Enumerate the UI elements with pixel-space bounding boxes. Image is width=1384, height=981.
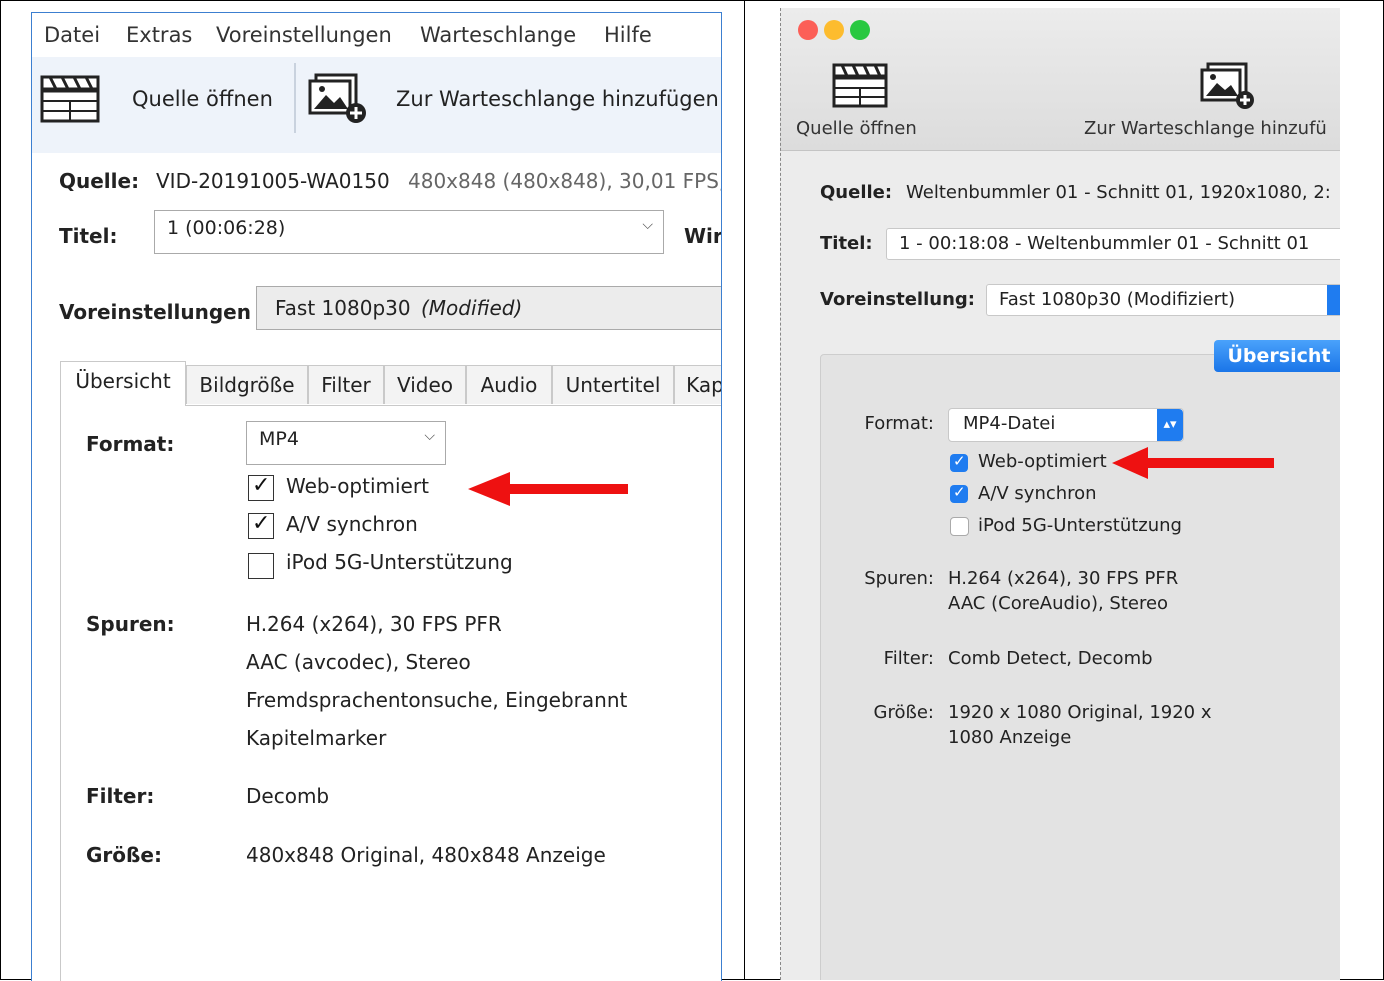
title-label: Titel: [820,233,873,254]
ipod-label: iPod 5G-Unterstützung [286,550,513,574]
format-label: Format: [86,432,175,456]
menu-hilfe[interactable]: Hilfe [604,23,652,47]
preset-label: Voreinstellungen [59,300,251,324]
add-to-queue-icon[interactable] [1198,62,1258,110]
checkmark-icon: ✓ [252,511,271,536]
source-label: Quelle: [59,169,140,193]
size-label: Größe: [86,843,162,867]
av-sync-label: A/V synchron [286,512,418,536]
size-line: 1080 Anzeige [948,727,1072,748]
web-optimized-checkbox[interactable]: ✓ [950,452,968,472]
source-info: 480x848 (480x848), 30,01 FPS, 1 [408,169,722,193]
title-dropdown[interactable]: 1 (00:06:28) ⌵ [154,210,664,254]
tab-video[interactable]: Video [384,365,466,404]
clapperboard-icon[interactable] [832,62,890,110]
add-to-queue-button[interactable]: Zur Warteschlange hinzufü [1084,118,1327,139]
track-line: Fremdsprachentonsuche, Eingebrannt [246,688,628,712]
size-value: 480x848 Original, 480x848 Anzeige [246,843,606,867]
format-label: Format: [864,413,935,434]
tracks-label: Spuren: [864,568,934,589]
format-dropdown[interactable]: MP4 ⌵ [246,421,446,465]
preset-value: Fast 1080p30 (Modifiziert) [999,289,1236,310]
panel-divider [744,0,745,980]
window-edge [780,8,782,980]
source-label: Quelle: [820,182,893,203]
menu-datei[interactable]: Datei [44,23,100,47]
red-arrow-icon [468,472,628,506]
ipod-checkbox[interactable] [248,553,274,579]
menu-warteschlange[interactable]: Warteschlange [420,23,576,47]
tab-kapitel[interactable]: Kap [674,365,721,404]
preset-value: Fast 1080p30 [275,296,411,320]
filter-value: Decomb [246,784,330,808]
format-popup[interactable]: MP4-Datei ▴▾ [948,408,1184,442]
filter-label: Filter: [86,784,155,808]
tab-bildgroesse[interactable]: Bildgröße [186,365,308,404]
title-dropdown[interactable]: 1 - 00:18:08 - Weltenbummler 01 - Schnit… [886,228,1340,260]
checkmark-icon: ✓ [953,483,966,501]
track-line: H.264 (x264), 30 FPS PFR [246,612,502,636]
size-line: 1920 x 1080 Original, 1920 x [948,702,1212,723]
menu-bar: Datei Extras Voreinstellungen Warteschla… [32,13,721,57]
checkmark-icon: ✓ [953,452,966,470]
format-value: MP4 [259,428,299,450]
web-optimized-label: Web-optimiert [286,474,429,498]
tab-uebersicht[interactable]: Übersicht [1214,340,1340,372]
zoom-window-button[interactable] [850,20,870,40]
av-sync-label: A/V synchron [978,483,1097,504]
preset-label: Voreinstellung: [820,289,975,310]
title-label: Titel: [59,224,118,248]
toolbar-separator [294,63,296,133]
close-window-button[interactable] [798,20,818,40]
av-sync-checkbox[interactable]: ✓ [950,483,968,503]
open-source-button[interactable]: Quelle öffnen [132,87,273,111]
add-to-queue-icon[interactable] [306,73,370,125]
preset-modified: (Modified) [421,296,523,320]
preset-selector[interactable]: Fast 1080p30 (Modified) [256,286,721,330]
mac-window: Quelle öffnen Zur Warteschlange hinzufü … [780,8,1340,980]
source-name: VID-20191005-WA0150 [156,169,390,193]
ipod-checkbox[interactable] [950,517,969,536]
open-source-button[interactable]: Quelle öffnen [796,118,917,139]
toolbar: Quelle öffnen Zur Warteschlange hinzufüg… [32,57,721,153]
add-to-queue-button[interactable]: Zur Warteschlange hinzufügen [396,87,719,111]
menu-voreinstellungen[interactable]: Voreinstellungen [216,23,392,47]
tab-untertitel[interactable]: Untertitel [552,365,674,404]
ipod-label: iPod 5G-Unterstützung [978,515,1182,536]
filter-value: Comb Detect, Decomb [948,648,1153,669]
chevron-down-icon: ⌵ [642,217,653,233]
title-value: 1 - 00:18:08 - Weltenbummler 01 - Schnit… [899,233,1310,254]
tab-filter[interactable]: Filter [308,365,384,404]
chevron-down-icon: ⌵ [424,428,435,444]
title-value: 1 (00:06:28) [167,217,286,239]
source-value: Weltenbummler 01 - Schnitt 01, 1920x1080… [906,182,1331,203]
tracks-label: Spuren: [86,612,175,636]
minimize-window-button[interactable] [824,20,844,40]
preset-dropdown[interactable]: Fast 1080p30 (Modifiziert) [986,284,1340,316]
av-sync-checkbox[interactable]: ✓ [248,511,274,539]
stepper-icon: ▴▾ [1157,409,1183,441]
mac-titlebar-toolbar: Quelle öffnen Zur Warteschlange hinzufü [780,8,1340,151]
tab-audio[interactable]: Audio [466,365,552,404]
checkmark-icon: ✓ [252,473,271,498]
clapperboard-icon[interactable] [40,73,102,125]
track-line: AAC (avcodec), Stereo [246,650,471,674]
web-optimized-label: Web-optimiert [978,451,1107,472]
track-line: H.264 (x264), 30 FPS PFR [948,568,1179,589]
track-line: Kapitelmarker [246,726,387,750]
size-label: Größe: [873,702,934,723]
title-right-label: Wir [684,224,722,248]
tab-uebersicht[interactable]: Übersicht [60,361,186,406]
red-arrow-icon [1112,447,1274,479]
track-line: AAC (CoreAudio), Stereo [948,593,1169,614]
format-value: MP4-Datei [963,413,1056,434]
menu-extras[interactable]: Extras [126,23,192,47]
filter-label: Filter: [883,648,934,669]
web-optimized-checkbox[interactable]: ✓ [248,473,274,501]
chevron-down-icon [1327,285,1340,315]
